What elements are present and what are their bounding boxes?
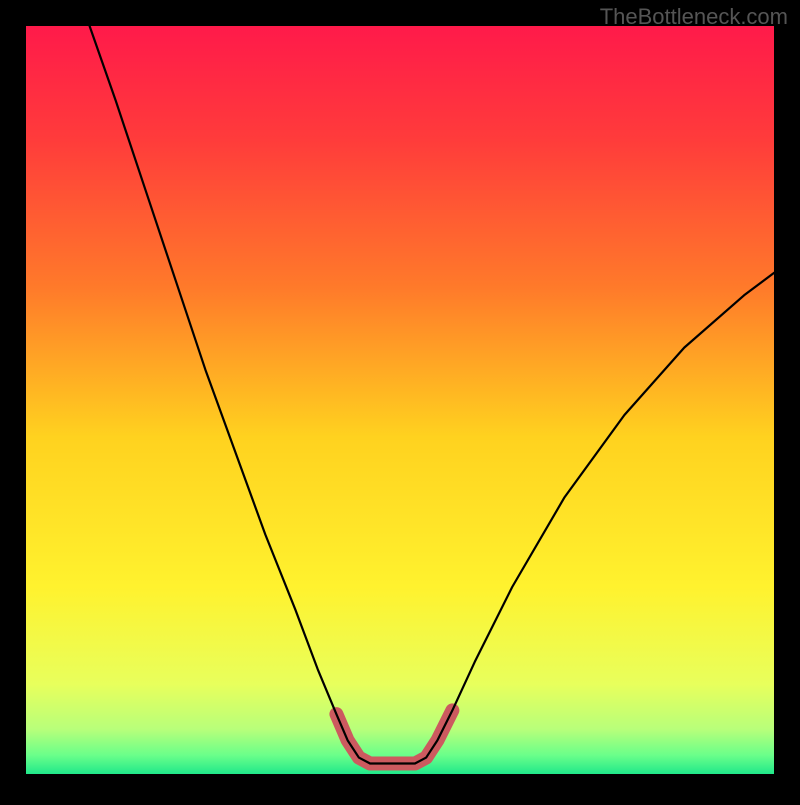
chart-svg xyxy=(0,0,800,800)
watermark-text: TheBottleneck.com xyxy=(600,4,788,30)
bottleneck-chart xyxy=(0,0,800,800)
plot-background xyxy=(26,26,774,774)
